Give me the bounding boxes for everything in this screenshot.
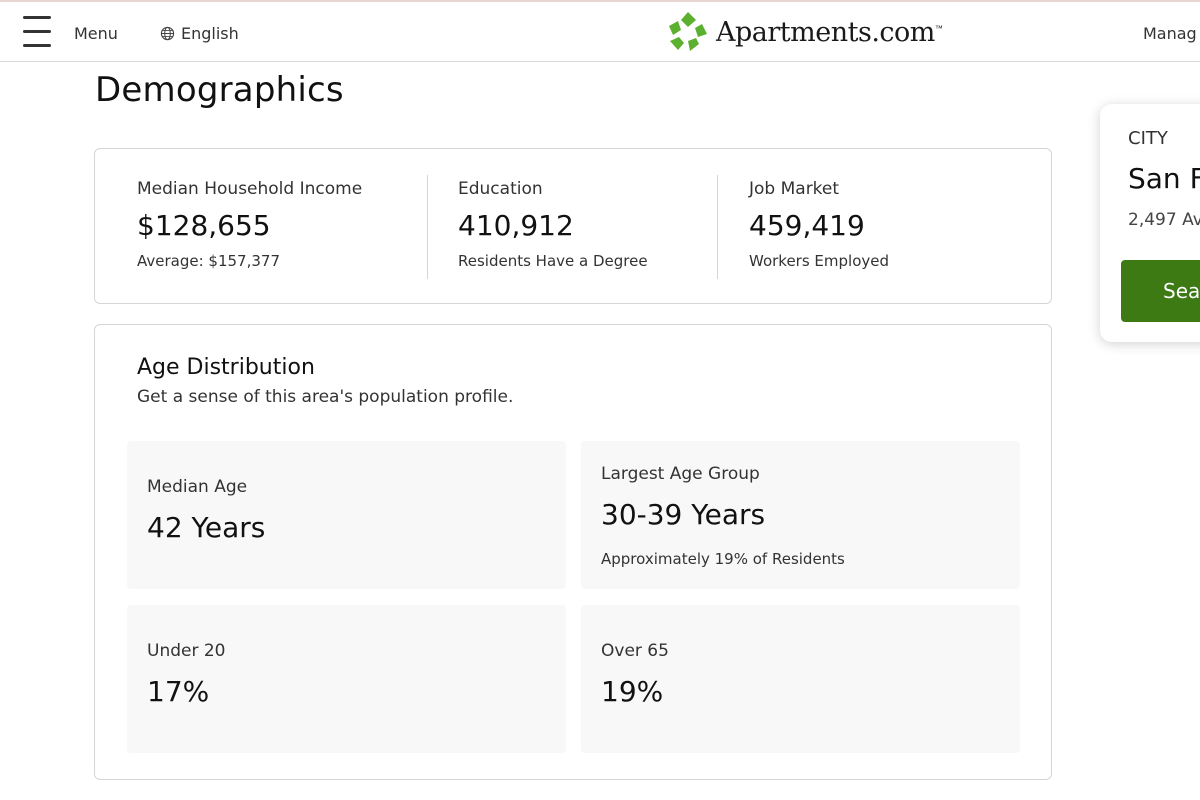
stat-sub: Average: $157,377 (137, 252, 280, 270)
stat-value: 410,912 (458, 209, 574, 242)
search-city-button[interactable]: Sea (1121, 260, 1200, 322)
stat-value: 459,419 (749, 209, 865, 242)
age-distribution-title: Age Distribution (137, 355, 315, 380)
stat-divider (717, 175, 718, 279)
hamburger-menu-icon[interactable] (23, 14, 53, 50)
tile-median-age: Median Age 42 Years (127, 441, 566, 589)
logo-wordmark: Apartments.com™ (716, 16, 943, 48)
apartments-logo[interactable]: Apartments.com™ (666, 10, 943, 54)
tile-value: 42 Years (147, 511, 266, 544)
tile-under-20: Under 20 17% (127, 605, 566, 753)
stat-label: Job Market (749, 179, 840, 199)
page-title: Demographics (95, 70, 344, 110)
apartments-logo-icon (669, 12, 707, 51)
menu-button[interactable]: Menu (74, 24, 118, 43)
tile-sub: Approximately 19% of Residents (601, 550, 845, 568)
city-name: San F (1128, 162, 1200, 195)
stat-label: Education (458, 179, 543, 199)
logo-text: Apartments.com (716, 16, 935, 48)
tile-value: 30-39 Years (601, 498, 766, 531)
stat-sub: Workers Employed (749, 252, 890, 270)
tile-value: 17% (147, 675, 210, 708)
language-selector[interactable]: English (160, 24, 239, 43)
stat-sub: Residents Have a Degree (458, 252, 648, 270)
globe-icon (160, 26, 175, 41)
city-eyebrow: CITY (1128, 128, 1168, 149)
city-card: CITY San F 2,497 Av Sea (1100, 104, 1200, 342)
tile-label: Under 20 (147, 641, 226, 661)
language-label: English (181, 24, 239, 43)
stat-median-income: Median Household Income $128,655 Average… (137, 179, 362, 270)
age-distribution-subtitle: Get a sense of this area's population pr… (137, 387, 514, 407)
tile-largest-age-group: Largest Age Group 30-39 Years Approximat… (581, 441, 1020, 589)
city-listing-count: 2,497 Av (1128, 210, 1200, 230)
stat-education: Education 410,912 Residents Have a Degre… (458, 179, 648, 270)
demographics-stats-card: Median Household Income $128,655 Average… (94, 148, 1052, 304)
tile-value: 19% (601, 675, 664, 708)
site-header: Menu English Apartments.com™ Manag (0, 0, 1200, 62)
age-distribution-card: Age Distribution Get a sense of this are… (94, 324, 1052, 780)
logo-trademark: ™ (934, 23, 943, 33)
stat-label: Median Household Income (137, 179, 363, 199)
tile-label: Over 65 (601, 641, 669, 661)
manage-rentals-link[interactable]: Manag (1143, 24, 1197, 43)
tile-label: Largest Age Group (601, 464, 760, 484)
tile-label: Median Age (147, 477, 248, 497)
stat-job-market: Job Market 459,419 Workers Employed (749, 179, 889, 270)
tile-over-65: Over 65 19% (581, 605, 1020, 753)
stat-value: $128,655 (137, 209, 271, 242)
stat-divider (427, 175, 428, 279)
